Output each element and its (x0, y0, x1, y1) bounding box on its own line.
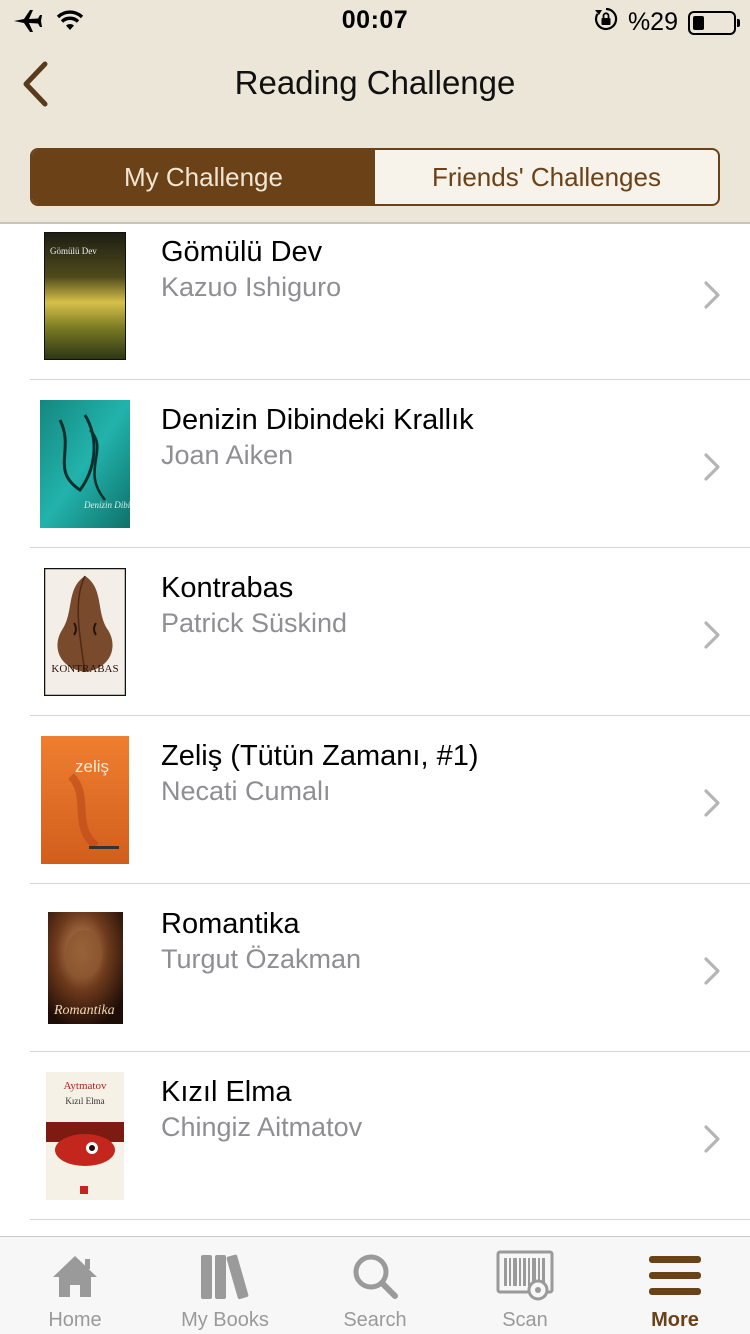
page-title: Reading Challenge (234, 64, 516, 101)
book-cover: KONTRABAS (44, 568, 126, 696)
book-title: Romantika (161, 908, 300, 940)
header: 00:07 %29 Reading Challenge My Challenge… (0, 0, 750, 224)
book-title: Kızıl Elma (161, 1076, 292, 1108)
book-author: Chingiz Aitmatov (161, 1112, 363, 1142)
book-cover-text: Gömülü Dev (50, 246, 97, 256)
tab-home[interactable]: Home (0, 1237, 150, 1334)
svg-text:Aytmatov: Aytmatov (64, 1080, 107, 1092)
list-item[interactable]: Romantika Romantika Turgut Özakman (0, 884, 750, 1052)
menu-icon (645, 1249, 705, 1303)
book-title: Kontrabas (161, 572, 294, 604)
book-title: Gömülü Dev (161, 236, 323, 268)
book-cover: zeliş (41, 736, 129, 864)
tab-my-books[interactable]: My Books (150, 1237, 300, 1334)
battery-percent: %29 (627, 8, 678, 36)
status-bar: 00:07 %29 (0, 0, 750, 40)
book-author: Turgut Özakman (161, 944, 362, 974)
list-item[interactable]: zeliş Zeliş (Tütün Zamanı, #1) Necati Cu… (0, 716, 750, 884)
tab-label: More (651, 1309, 699, 1331)
tab-my-challenge[interactable]: My Challenge (32, 150, 375, 204)
book-cover: Aytmatov Kızıl Elma (46, 1072, 124, 1200)
book-cover-text: KONTRABAS (51, 663, 118, 675)
row-divider (30, 1219, 750, 1220)
battery-level (693, 15, 704, 30)
tab-label: My Books (181, 1309, 269, 1331)
book-author: Patrick Süskind (161, 608, 348, 638)
tab-label: Scan (502, 1309, 548, 1331)
book-cover-text: Kızıl Elma (65, 1096, 104, 1106)
search-icon (345, 1249, 405, 1303)
battery-icon (688, 10, 740, 35)
book-cover-text: zeliş (75, 757, 109, 776)
status-right: %29 (594, 7, 740, 38)
list-item[interactable]: Denizin Dibindeki Krallık Denizin Dibind… (0, 380, 750, 548)
book-author: Joan Aiken (161, 440, 294, 470)
book-cover-text: Denizin Dibindeki Krallık (83, 500, 130, 510)
challenge-segmented-control: My Challenge Friends' Challenges (30, 148, 720, 206)
list-item[interactable]: KONTRABAS Kontrabas Patrick Süskind (0, 548, 750, 716)
book-cover-text: Romantika (53, 1003, 115, 1018)
tab-more[interactable]: More (600, 1237, 750, 1334)
tab-search[interactable]: Search (300, 1237, 450, 1334)
tab-friends-challenges[interactable]: Friends' Challenges (375, 150, 718, 204)
book-cover: Romantika (48, 912, 123, 1024)
chevron-right-icon (704, 453, 720, 481)
book-title: Zeliş (Tütün Zamanı, #1) (161, 740, 479, 772)
book-author: Kazuo Ishiguro (161, 272, 342, 302)
tab-label: Search (343, 1309, 407, 1331)
tab-label: Home (48, 1309, 102, 1331)
books-icon (195, 1249, 255, 1303)
chevron-right-icon (704, 281, 720, 309)
book-list: Gömülü Dev Gömülü Dev Kazuo Ishiguro Den… (0, 224, 750, 1220)
navigation-bar: Reading Challenge (0, 48, 750, 124)
tab-bar: Home My Books Search Scan More (0, 1236, 750, 1334)
home-icon (45, 1249, 105, 1303)
orientation-lock-icon (594, 7, 618, 38)
chevron-right-icon (704, 621, 720, 649)
tab-scan[interactable]: Scan (450, 1237, 600, 1334)
book-cover: Denizin Dibindeki Krallık (40, 400, 130, 528)
chevron-right-icon (704, 1125, 720, 1153)
chevron-right-icon (704, 789, 720, 817)
chevron-right-icon (704, 957, 720, 985)
book-title: Denizin Dibindeki Krallık (161, 404, 474, 436)
book-author: Necati Cumalı (161, 776, 331, 806)
barcode-scan-icon (495, 1249, 555, 1303)
book-cover: Gömülü Dev (44, 232, 126, 360)
list-item[interactable]: Aytmatov Kızıl Elma Kızıl Elma Chingiz A… (0, 1052, 750, 1220)
list-item[interactable]: Gömülü Dev Gömülü Dev Kazuo Ishiguro (0, 224, 750, 380)
